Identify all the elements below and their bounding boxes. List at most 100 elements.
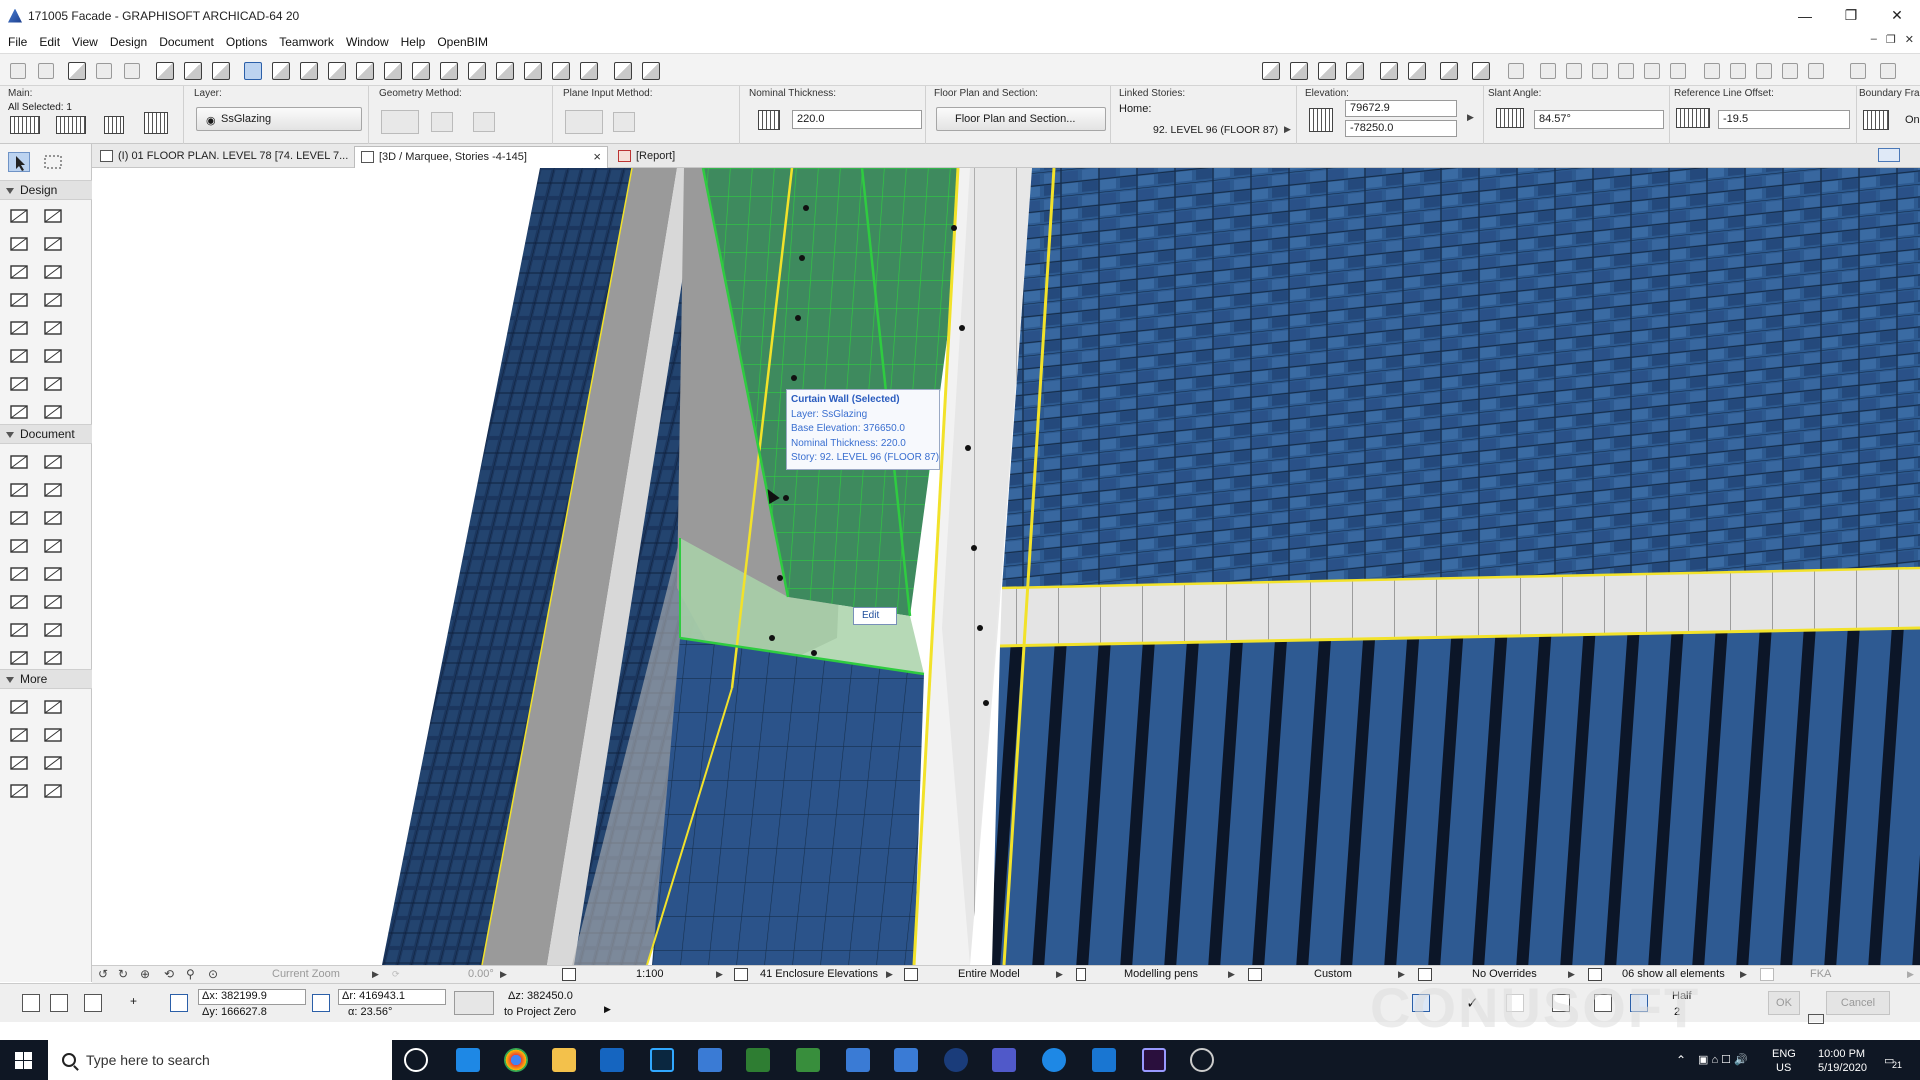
tab-3d-view[interactable]: [3D / Marquee, Stories -4-145] × <box>354 146 608 168</box>
line-tool-icon[interactable] <box>42 508 64 528</box>
menu-help[interactable]: Help <box>395 31 432 53</box>
label-tool-icon[interactable] <box>42 480 64 500</box>
text-align-icon[interactable] <box>1730 63 1746 79</box>
save-icon[interactable] <box>68 62 86 80</box>
geometry-polygon-icon[interactable] <box>431 112 453 132</box>
level-dim-tool-icon[interactable] <box>42 452 64 472</box>
lamp-tool-icon[interactable] <box>8 697 30 717</box>
distribute-icon[interactable] <box>1618 63 1634 79</box>
reference-value[interactable]: to Project Zero <box>504 1006 576 1018</box>
photoshop-icon[interactable] <box>650 1048 674 1072</box>
polar-coords-icon[interactable] <box>312 994 330 1012</box>
shell-tool-icon[interactable] <box>42 290 64 310</box>
curtain-wall-tool-icon[interactable] <box>8 346 30 366</box>
adjust-icon[interactable] <box>496 62 514 80</box>
minimize-button[interactable]: — <box>1782 0 1828 31</box>
more-section-header[interactable]: More <box>0 669 92 689</box>
tab-overview-icon[interactable] <box>1878 148 1900 162</box>
3d-viewport[interactable]: Curtain Wall (Selected) Layer: SsGlazing… <box>92 168 1920 965</box>
rotate-view-icon[interactable]: ↺ <box>98 966 108 983</box>
magic-wand-icon[interactable] <box>244 62 262 80</box>
elevate-icon[interactable] <box>524 62 542 80</box>
menu-file[interactable]: File <box>2 31 33 53</box>
scale-arrow-icon[interactable]: ▶ <box>716 966 723 983</box>
fit-in-window-icon[interactable]: ⊙ <box>208 966 218 983</box>
undo-icon[interactable] <box>96 63 112 79</box>
cancel-button[interactable]: Cancel <box>1826 991 1890 1015</box>
app-circle-icon[interactable] <box>944 1048 968 1072</box>
slab-tool-icon[interactable] <box>42 262 64 282</box>
door-tool-icon[interactable] <box>8 262 30 282</box>
zoom-arrow-icon[interactable]: ▶ <box>372 966 379 983</box>
language-line2[interactable]: US <box>1776 1062 1791 1080</box>
arc-tool-icon[interactable] <box>8 536 30 556</box>
window-tool-icon[interactable] <box>42 234 64 254</box>
railing-tool-icon[interactable] <box>42 318 64 338</box>
text-list-icon[interactable] <box>1782 63 1798 79</box>
cursor-snap-icon[interactable]: + <box>130 994 148 1012</box>
marquee-tool-icon[interactable] <box>42 152 64 172</box>
publisher-icon[interactable] <box>614 62 632 80</box>
lock-icon[interactable] <box>1380 62 1398 80</box>
renovation-arrow-icon[interactable]: ▶ <box>1740 966 1747 983</box>
ok-button[interactable]: OK <box>1768 991 1800 1015</box>
align-right-icon[interactable] <box>1592 63 1608 79</box>
grid-snap-icon[interactable] <box>184 62 202 80</box>
element-type-icon[interactable] <box>10 116 40 134</box>
boundary-frame-icon[interactable] <box>1863 110 1889 130</box>
new-file-icon[interactable] <box>10 63 26 79</box>
fka-arrow-icon[interactable]: ▶ <box>1907 966 1914 983</box>
fill-tool-icon[interactable] <box>8 508 30 528</box>
model-view-arrow-icon[interactable]: ▶ <box>1056 966 1063 983</box>
clock-date[interactable]: 5/19/2020 <box>1818 1062 1867 1080</box>
camera-tool-icon[interactable] <box>42 725 64 745</box>
story-tool-icon[interactable] <box>42 781 64 801</box>
detail-tool-icon[interactable] <box>8 648 30 668</box>
favorites-icon[interactable] <box>1472 62 1490 80</box>
zoom-tool-icon[interactable] <box>328 62 346 80</box>
worksheet-tool-icon[interactable] <box>42 620 64 640</box>
design-section-header[interactable]: Design <box>0 180 92 200</box>
archicad-app-icon[interactable] <box>698 1048 722 1072</box>
spline-tool-icon[interactable] <box>8 753 30 773</box>
text-style-icon[interactable] <box>1704 63 1720 79</box>
elevation-tool-icon[interactable] <box>42 592 64 612</box>
scale-dropdown[interactable]: 1:100 <box>636 966 664 983</box>
rotate-icon[interactable] <box>1670 63 1686 79</box>
elevation-bottom-input[interactable]: -78250.0 <box>1345 120 1457 137</box>
polyline-tool-icon[interactable] <box>42 536 64 556</box>
app-blue-icon[interactable] <box>1092 1048 1116 1072</box>
relative-coords-icon[interactable] <box>170 994 188 1012</box>
outlook-icon[interactable] <box>600 1048 624 1072</box>
mesh-tool-icon[interactable] <box>8 402 30 422</box>
angle-arrow-icon[interactable]: ▶ <box>500 966 507 983</box>
partial-structure-display[interactable]: FKA <box>1810 966 1831 983</box>
snap-guide-icon[interactable] <box>50 994 68 1012</box>
menu-window[interactable]: Window <box>340 31 395 53</box>
mirror-icon[interactable] <box>1440 62 1458 80</box>
dimension-tool-icon[interactable] <box>8 452 30 472</box>
redo-view-icon[interactable]: ↻ <box>118 966 128 983</box>
layer-combo-arrow-icon[interactable]: ▶ <box>886 966 893 983</box>
wall-tool-icon[interactable] <box>8 206 30 226</box>
thickness-input[interactable]: 220.0 <box>792 110 922 129</box>
skylight-tool-icon[interactable] <box>42 402 64 422</box>
tray-chevron-icon[interactable]: ⌃ <box>1676 1040 1686 1080</box>
text-indent-icon[interactable] <box>1808 63 1824 79</box>
home-story-value[interactable]: 92. LEVEL 96 (FLOOR 87) <box>1153 124 1278 136</box>
pen-set-arrow-icon[interactable]: ▶ <box>1228 966 1235 983</box>
tab-floor-plan[interactable]: (I) 01 FLOOR PLAN. LEVEL 78 [74. LEVEL 7… <box>94 146 350 168</box>
beam-tool-icon[interactable] <box>8 234 30 254</box>
attributes-icon[interactable] <box>1850 63 1866 79</box>
model-view-dropdown[interactable]: Entire Model <box>958 966 1020 983</box>
cortana-icon[interactable] <box>404 1048 428 1072</box>
roof-tool-icon[interactable] <box>8 290 30 310</box>
home-story-arrow-icon[interactable]: ▶ <box>1284 124 1291 135</box>
boundary-value[interactable]: On <box>1905 114 1920 126</box>
doc-minimize-button[interactable]: – <box>1871 33 1877 46</box>
teams-icon[interactable] <box>992 1048 1016 1072</box>
geometry-straight-icon[interactable] <box>381 110 419 134</box>
premiere-icon[interactable] <box>1142 1048 1166 1072</box>
figure-tool-icon[interactable] <box>42 564 64 584</box>
zoom-in-icon[interactable]: ⊕ <box>140 966 150 983</box>
